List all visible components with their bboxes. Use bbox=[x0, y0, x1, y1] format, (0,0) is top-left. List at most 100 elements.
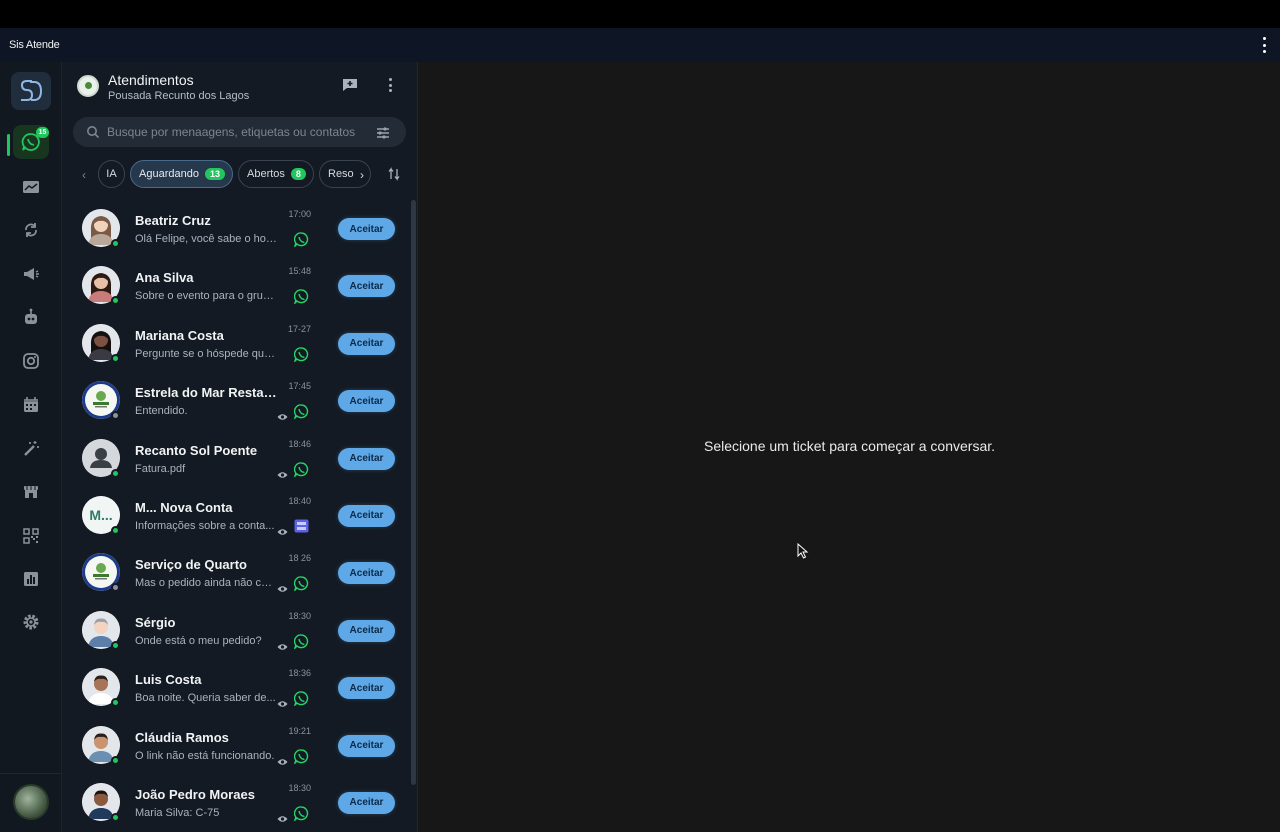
ticket-row[interactable]: Mariana Costa Pergunte se o hóspede quer.… bbox=[62, 315, 410, 372]
active-indicator bbox=[7, 134, 10, 156]
accept-button[interactable]: Aceitar bbox=[338, 447, 395, 470]
ticket-time: 18:36 bbox=[288, 668, 311, 679]
ticket-time: 17-27 bbox=[287, 323, 311, 334]
megaphone-icon bbox=[22, 266, 40, 282]
whatsapp-icon bbox=[293, 576, 309, 596]
presence-dot bbox=[111, 239, 120, 248]
accept-button[interactable]: Aceitar bbox=[338, 677, 395, 700]
accept-button[interactable]: Aceitar bbox=[338, 734, 395, 757]
sort-icon[interactable] bbox=[388, 167, 400, 186]
window-menu-icon[interactable] bbox=[1260, 37, 1268, 53]
empty-state-message: Selecione um ticket para começar a conve… bbox=[703, 438, 996, 454]
tab-label: Aguardando bbox=[139, 168, 199, 180]
whatsapp-icon bbox=[293, 634, 309, 654]
contact-name: Serviço de Quarto bbox=[135, 557, 247, 573]
tab-abertos[interactable]: Abertos 8 bbox=[238, 160, 314, 188]
ticket-time: 15:48 bbox=[288, 266, 311, 277]
rail-bot-button[interactable] bbox=[13, 300, 49, 334]
message-preview: Maria Silva: C-75 bbox=[135, 806, 220, 819]
message-preview: Sobre o evento para o grupo... bbox=[135, 290, 277, 303]
accept-button[interactable]: Aceitar bbox=[338, 332, 395, 355]
list-more-icon[interactable] bbox=[387, 78, 393, 92]
settings-icon bbox=[22, 613, 40, 631]
eye-icon[interactable] bbox=[277, 523, 288, 541]
ticket-time: 19:21 bbox=[288, 725, 311, 736]
accept-button[interactable]: Aceitar bbox=[338, 619, 395, 642]
rail-reports-button[interactable] bbox=[13, 562, 49, 596]
ticket-row[interactable]: Sérgio Onde está o meu pedido? 18:30 Aceita… bbox=[62, 602, 410, 659]
accept-button[interactable]: Aceitar bbox=[338, 791, 395, 814]
rail-sync-button[interactable] bbox=[13, 213, 49, 247]
channel-panel-icon bbox=[294, 519, 309, 538]
whatsapp-icon bbox=[293, 347, 309, 367]
accept-button[interactable]: Aceitar bbox=[338, 218, 395, 240]
message-preview: Informações sobre a conta... bbox=[135, 519, 275, 532]
accept-button[interactable]: Aceitar bbox=[338, 275, 395, 298]
list-title: Atendimentos bbox=[108, 72, 194, 88]
sync-icon bbox=[22, 221, 40, 239]
rail-store-button[interactable] bbox=[13, 475, 49, 509]
ticket-row[interactable]: João Pedro Moraes Maria Silva: C-75 18:30 A… bbox=[62, 774, 410, 831]
unread-badge: 15 bbox=[36, 127, 49, 138]
eye-icon[interactable] bbox=[277, 810, 288, 828]
accept-button[interactable]: Aceitar bbox=[338, 562, 395, 585]
ticket-time: 17:45 bbox=[288, 381, 311, 392]
message-preview: Fatura.pdf bbox=[135, 462, 186, 475]
message-preview: Pergunte se o hóspede quer... bbox=[135, 347, 277, 360]
eye-icon[interactable] bbox=[277, 695, 288, 713]
list-scrollbar[interactable] bbox=[411, 200, 416, 785]
rail-whatsapp-button[interactable]: 15 bbox=[13, 125, 49, 159]
instagram-icon bbox=[22, 352, 40, 370]
ticket-row[interactable]: Beatriz Cruz Olá Felipe, você sabe o horá… bbox=[62, 200, 410, 257]
search-input[interactable] bbox=[107, 123, 365, 141]
rail-instagram-button[interactable] bbox=[13, 344, 49, 378]
accept-button[interactable]: Aceitar bbox=[338, 504, 395, 527]
presence-dot bbox=[111, 640, 120, 650]
search-bar[interactable] bbox=[73, 117, 406, 147]
whatsapp-icon bbox=[293, 691, 309, 711]
contact-name: João Pedro Moraes bbox=[135, 786, 255, 802]
eye-icon[interactable] bbox=[277, 466, 288, 484]
ticket-row[interactable]: Cláudia Ramos O link não está funcionando… bbox=[62, 717, 410, 774]
ticket-row[interactable]: Ana Silva Sobre o evento para o grupo... 1… bbox=[62, 257, 410, 314]
presence-dot bbox=[111, 698, 120, 708]
presence-dot bbox=[111, 296, 120, 306]
eye-icon[interactable] bbox=[277, 408, 288, 426]
contact-name: Ana Silva bbox=[135, 270, 194, 286]
ticket-row[interactable]: M... M... Nova Conta Informações sobre a c… bbox=[62, 487, 410, 544]
rail-settings-button[interactable] bbox=[13, 605, 49, 639]
tab-ia[interactable]: IA bbox=[98, 160, 125, 188]
tab-label: Abertos bbox=[247, 168, 285, 180]
rail-magic-wand-button[interactable] bbox=[13, 432, 49, 466]
contact-name: Luis Costa bbox=[135, 672, 202, 688]
search-icon bbox=[86, 125, 100, 144]
ticket-row[interactable]: Estrela do Mar Restaurante Entendido. 17:4… bbox=[62, 372, 410, 429]
contact-name: Mariana Costa bbox=[135, 327, 224, 343]
tabs-scroll-left-icon[interactable]: ‹ bbox=[82, 168, 86, 182]
presence-dot bbox=[111, 468, 120, 478]
ticket-row[interactable]: Serviço de Quarto Mas o pedido ainda não … bbox=[62, 544, 410, 601]
contact-name: M... Nova Conta bbox=[135, 499, 233, 515]
app-logo[interactable] bbox=[11, 72, 51, 110]
eye-icon[interactable] bbox=[277, 753, 288, 771]
rail-dashboard-button[interactable] bbox=[13, 170, 49, 204]
nav-rail: 15 bbox=[0, 62, 62, 832]
tab-aguardando[interactable]: Aguardando 13 bbox=[130, 160, 233, 188]
filter-icon[interactable] bbox=[376, 126, 390, 144]
whatsapp-icon bbox=[293, 806, 309, 826]
new-ticket-icon[interactable] bbox=[342, 78, 358, 92]
user-avatar[interactable] bbox=[13, 784, 49, 820]
eye-icon[interactable] bbox=[277, 638, 288, 656]
rail-megaphone-button[interactable] bbox=[13, 257, 49, 291]
rail-calendar-button[interactable] bbox=[13, 388, 49, 422]
tab-count-badge: 8 bbox=[290, 168, 306, 180]
tabs-scroll-right-icon[interactable]: › bbox=[360, 168, 364, 182]
whatsapp-icon bbox=[293, 232, 309, 252]
dashboard-icon bbox=[22, 179, 40, 195]
ticket-row[interactable]: Luis Costa Boa noite. Queria saber de... 1… bbox=[62, 659, 410, 716]
eye-icon[interactable] bbox=[277, 580, 288, 598]
accept-button[interactable]: Aceitar bbox=[338, 390, 395, 413]
rail-qr-code-button[interactable] bbox=[13, 519, 49, 553]
store-icon bbox=[22, 483, 40, 501]
ticket-row[interactable]: Recanto Sol Poente Fatura.pdf 18:46 Aceitar bbox=[62, 430, 410, 487]
